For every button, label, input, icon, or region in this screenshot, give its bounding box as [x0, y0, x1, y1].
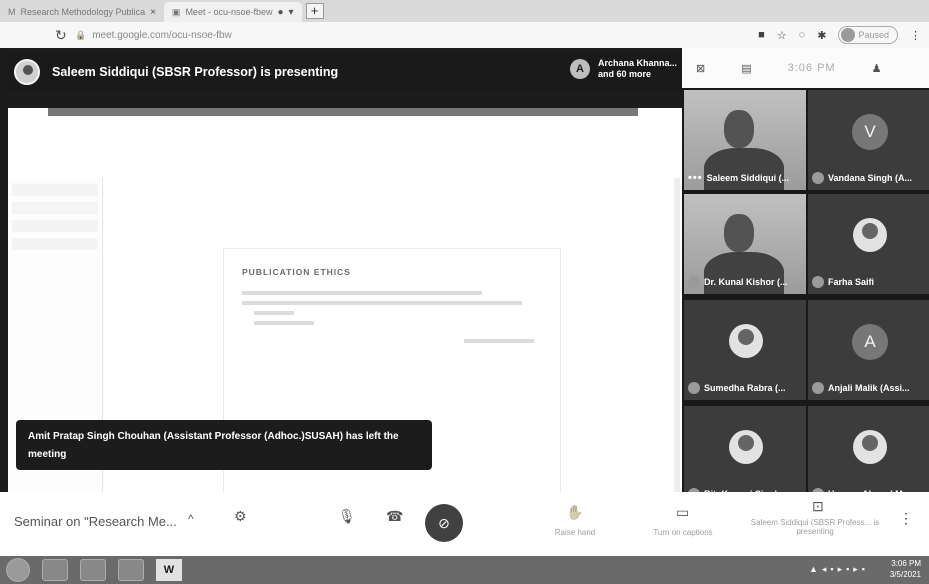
participant-name: Dr. Kunal Kishor (... — [704, 277, 788, 287]
menu-dots-icon[interactable]: ⋮ — [910, 29, 921, 42]
participant-tile[interactable]: Dr. Kunal Kishor (... — [684, 194, 806, 294]
participant-tile[interactable]: Farha Saifi — [808, 194, 929, 294]
more-options-icon[interactable]: ••• — [688, 172, 703, 184]
taskbar-clock[interactable]: 3:06 PM 3/5/2021 — [890, 558, 921, 580]
shared-screen-scrollbar — [674, 178, 680, 518]
browser-tab-strip: M Research Methodology Publica × ▣ Meet … — [0, 0, 929, 22]
avatar: V — [852, 114, 888, 150]
slide-title: PUBLICATION ETHICS — [242, 267, 351, 277]
meeting-details-button[interactable]: Seminar on "Research Me... — [14, 514, 177, 529]
browser-tab-research[interactable]: M Research Methodology Publica × — [0, 2, 164, 22]
mic-toggle-button[interactable]: 🎙 — [338, 508, 356, 525]
participant-name: Sumedha Rabra (... — [704, 383, 786, 393]
participant-tile[interactable]: Sumedha Rabra (... — [684, 300, 806, 400]
captions-label[interactable]: Turn on captions — [636, 528, 730, 537]
presenter-banner: Saleem Siddiqui (SBSR Professor) is pres… — [8, 52, 682, 92]
meet-control-bar: Seminar on "Research Me... ^ ⚙ 🎙 ☎ ⊘ ✋ R… — [0, 492, 929, 556]
mic-muted-icon — [812, 276, 824, 288]
participants-line2: and 60 more — [598, 69, 652, 79]
security-icon[interactable]: ⚙ — [234, 508, 247, 525]
taskbar-word[interactable]: W — [156, 559, 182, 581]
meet-icon: ▣ — [171, 6, 181, 17]
participant-name: Saleem Siddiqui (... — [706, 173, 790, 183]
address-bar: ↻ 🔒 meet.google.com/ocu-nsoe-fbw ■ ☆ ◌ ✱… — [0, 22, 929, 48]
taskbar-folder[interactable] — [118, 559, 144, 581]
close-tab-icon[interactable]: × — [150, 7, 156, 18]
more-options-icon[interactable]: ⋮ — [899, 510, 913, 527]
captions-icon[interactable]: ▭ — [676, 504, 689, 521]
extensions-puzzle-icon[interactable]: ✱ — [817, 29, 826, 42]
meet-top-right-bar: ⊠ ▤ 3:06 PM ♟ — [682, 48, 929, 88]
meeting-time: 3:06 PM — [787, 62, 836, 74]
lock-icon: 🔒 — [75, 29, 87, 40]
avatar — [853, 218, 887, 252]
close-tab-icon[interactable]: ● — [277, 7, 283, 18]
camera-indicator-icon[interactable]: ■ — [758, 29, 765, 41]
raise-hand-icon[interactable]: ✋ — [566, 504, 583, 521]
reload-icon[interactable]: ↻ — [55, 27, 75, 44]
chevron-up-icon[interactable]: ^ — [188, 512, 194, 526]
present-now-icon[interactable]: ⊡ — [812, 498, 824, 515]
taskbar-chrome[interactable] — [42, 559, 68, 581]
browser-tab-meet[interactable]: ▣ Meet - ocu-nsoe-fbew ● ▾ — [163, 2, 302, 22]
clock-time: 3:06 PM — [891, 559, 921, 568]
participant-tile[interactable]: V Vandana Singh (A... — [808, 90, 929, 190]
participant-name: Vandana Singh (A... — [828, 173, 913, 183]
mic-muted-icon — [688, 276, 700, 288]
new-tab-button[interactable]: + — [305, 3, 324, 19]
participants-text: Archana Khanna... and 60 more — [598, 58, 677, 80]
mic-muted-icon — [688, 382, 700, 394]
avatar: A — [852, 324, 888, 360]
leave-call-button[interactable]: ☎ — [386, 508, 403, 525]
participant-tile[interactable]: RituKumari Singh — [684, 406, 806, 506]
taskbar-app[interactable] — [80, 559, 106, 581]
url-field[interactable]: meet.google.com/ocu-nsoe-fbw — [92, 30, 232, 41]
participant-tile[interactable]: Hassan Ahmed M... — [808, 406, 929, 506]
tab-label: Meet - ocu-nsoe-fbew — [185, 7, 273, 17]
tab-label: Research Methodology Publica — [20, 7, 146, 17]
participant-name: Farha Saifi — [828, 277, 875, 287]
shared-screen-toolbar — [48, 108, 638, 116]
left-meeting-notification: Amit Pratap Singh Chouhan (Assistant Pro… — [16, 420, 432, 470]
camera-off-icon: ⊘ — [438, 514, 450, 531]
captions-icon[interactable]: ▤ — [741, 62, 751, 75]
mic-muted-icon — [812, 172, 824, 184]
meet-stage: Saleem Siddiqui (SBSR Professor) is pres… — [0, 48, 929, 556]
participant-name: Anjali Malik (Assi... — [828, 383, 910, 393]
presenter-text: Saleem Siddiqui (SBSR Professor) is pres… — [52, 65, 339, 79]
presenter-avatar — [14, 59, 40, 85]
avatar — [841, 28, 856, 42]
extension-icon[interactable]: ◌ — [799, 29, 806, 41]
system-tray-icons[interactable]: ▲◂▪▸▪▸▪ — [809, 564, 869, 575]
avatar — [729, 324, 763, 358]
avatar — [853, 430, 887, 464]
layout-icon[interactable]: ⊠ — [696, 62, 705, 75]
tab-dropdown-icon[interactable]: ▾ — [289, 7, 294, 18]
clock-date: 3/5/2021 — [889, 570, 921, 579]
camera-toggle-button[interactable]: ⊘ — [425, 504, 463, 542]
gmail-icon: M — [8, 7, 16, 17]
presenting-label[interactable]: Saleem Siddiqui (SBSR Profess... is pres… — [740, 518, 890, 536]
participant-tile[interactable]: ••• Saleem Siddiqui (... — [684, 90, 806, 190]
participants-line1: Archana Khanna... — [598, 58, 678, 68]
avatar — [729, 430, 763, 464]
profile-label: Paused — [858, 30, 889, 40]
participant-tile[interactable]: A Anjali Malik (Assi... — [808, 300, 929, 400]
mic-muted-icon — [812, 382, 824, 394]
participants-summary[interactable]: A Archana Khanna... and 60 more — [570, 58, 677, 80]
bookmark-star-icon[interactable]: ☆ — [777, 29, 787, 42]
profile-button[interactable]: Paused — [838, 26, 898, 44]
people-icon[interactable]: ♟ — [872, 62, 882, 75]
windows-taskbar: W ▲◂▪▸▪▸▪ 3:06 PM 3/5/2021 — [0, 556, 929, 584]
avatar: A — [570, 59, 590, 79]
participant-grid: ••• Saleem Siddiqui (... V Vandana Singh … — [682, 88, 929, 520]
start-button[interactable] — [6, 558, 30, 582]
raise-hand-label[interactable]: Raise hand — [548, 528, 602, 537]
